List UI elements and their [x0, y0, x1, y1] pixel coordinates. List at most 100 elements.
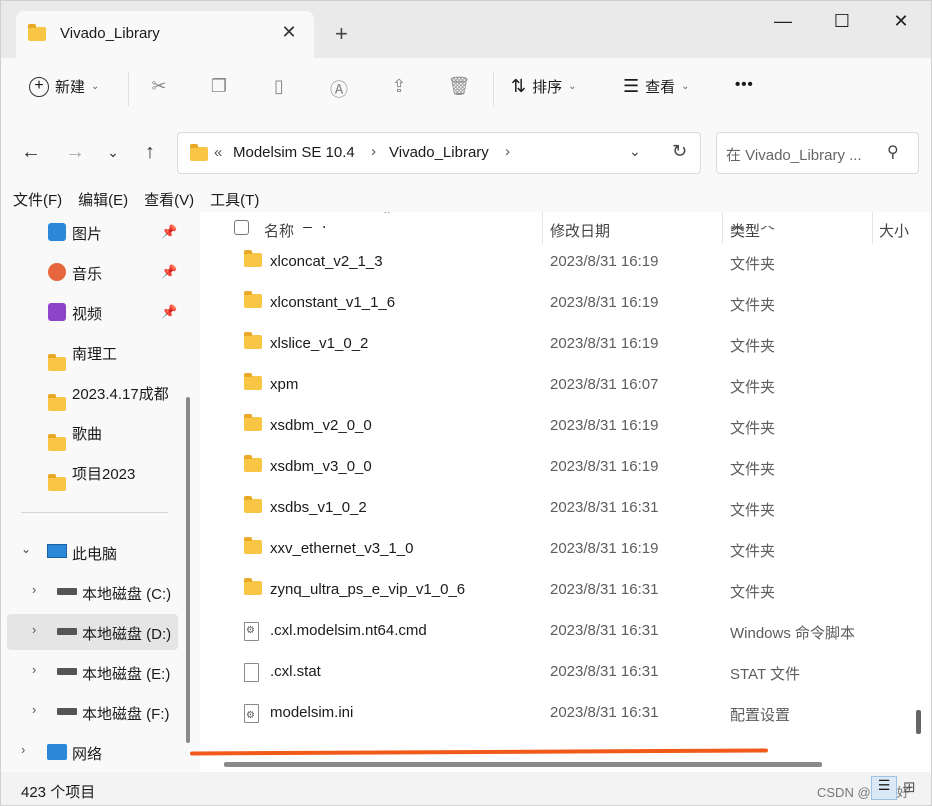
menu-tools[interactable]: 工具(T) — [210, 189, 259, 210]
address-bar[interactable]: « Modelsim SE 10.4 › Vivado_Library › ⌄ … — [177, 132, 701, 174]
menu-edit[interactable]: 编辑(E) — [78, 189, 128, 210]
horizontal-scrollbar[interactable] — [224, 762, 822, 767]
view-button[interactable]: ☰ 查看 ⌄ — [623, 76, 690, 97]
file-date: 2023/8/31 16:31 — [550, 663, 659, 680]
file-rows: xilinx_vip2023/8/31 16:07文件夹xlconcat_v2_… — [200, 226, 912, 756]
table-row[interactable]: xsdbm_v2_0_0 2023/8/31 16:19 文件夹 — [200, 405, 912, 446]
tab-vivado-library[interactable]: Vivado_Library ✕ — [16, 11, 314, 59]
tiles-view-icon[interactable]: ⊞ — [903, 778, 916, 796]
drive-icon — [57, 628, 77, 635]
menu-bar: 文件(F) 编辑(E) 查看(V) 工具(T) — [0, 186, 932, 212]
sidebar-item-this-pc[interactable]: ⌄ 此电脑 — [1, 534, 179, 570]
sidebar-item-drive-d[interactable]: › 本地磁盘 (D:) — [7, 614, 178, 650]
details-view-icon[interactable]: ☰ — [871, 776, 897, 800]
share-icon[interactable]: ⇪ — [387, 76, 411, 97]
rename-icon[interactable]: Ⓐ — [327, 76, 351, 102]
menu-file[interactable]: 文件(F) — [13, 189, 62, 210]
network-icon — [47, 744, 67, 760]
chevron-right-icon[interactable]: › — [32, 582, 36, 597]
pin-icon[interactable]: 📌 — [161, 264, 177, 280]
table-row[interactable]: xxv_ethernet_v3_1_0 2023/8/31 16:19 文件夹 — [200, 528, 912, 569]
file-type: 文件夹 — [730, 420, 776, 437]
back-arrow-icon[interactable]: ← — [19, 141, 43, 164]
file-date: 2023/8/31 16:31 — [550, 704, 659, 721]
sidebar-scrollbar[interactable] — [186, 397, 190, 743]
sidebar-item-nanligong[interactable]: 南理工 — [1, 334, 179, 371]
sidebar-item-label: 本地磁盘 (D:) — [82, 626, 172, 643]
breadcrumb-vivado-library[interactable]: Vivado_Library — [389, 144, 489, 161]
folder-icon — [48, 394, 66, 411]
sidebar-item-videos[interactable]: 视频 📌 — [1, 294, 179, 330]
sidebar-item-songs[interactable]: 歌曲 — [1, 414, 179, 451]
chevron-down-icon[interactable]: ⌄ — [629, 143, 641, 160]
sidebar-item-project2023[interactable]: 项目2023 — [1, 454, 179, 491]
file-name: xsdbm_v2_0_0 — [270, 417, 372, 434]
chevron-right-icon[interactable]: › — [32, 702, 36, 717]
sort-button[interactable]: ⇅ 排序 ⌄ — [511, 76, 577, 97]
table-row[interactable]: xlslice_v1_0_2 2023/8/31 16:19 文件夹 — [200, 323, 912, 364]
file-name: zynq_ultra_ps_e_vip_v1_0_6 — [270, 581, 466, 598]
file-date: 2023/8/31 16:07 — [550, 376, 659, 393]
chevron-right-icon[interactable]: › — [21, 742, 25, 757]
pictures-icon — [48, 223, 66, 241]
table-row[interactable]: .cxl.modelsim.nt64.cmd 2023/8/31 16:31 Win… — [200, 610, 912, 651]
file-date: 2023/8/31 16:19 — [550, 540, 659, 557]
sidebar-item-pictures[interactable]: 图片 📌 — [1, 214, 179, 250]
chevron-right-icon[interactable]: › — [32, 622, 36, 637]
chevron-right-icon[interactable]: › — [32, 662, 36, 677]
more-options-button[interactable]: ••• — [735, 76, 754, 93]
file-name: xlconcat_v2_1_3 — [270, 253, 383, 270]
new-tab-button[interactable]: + — [335, 21, 348, 47]
table-row[interactable]: zynq_ultra_ps_e_vip_v1_0_6 2023/8/31 16:3… — [200, 569, 912, 610]
maximize-button[interactable]: ☐ — [827, 11, 857, 35]
file-name: .cxl.modelsim.nt64.cmd — [270, 622, 427, 639]
paste-icon[interactable]: ▯ — [267, 76, 291, 97]
divider — [21, 512, 168, 513]
sidebar-item-drive-e[interactable]: › 本地磁盘 (E:) — [1, 654, 179, 690]
folder-icon — [244, 496, 262, 513]
file-type: 文件夹 — [730, 502, 776, 519]
table-row[interactable]: xlconstant_v1_1_6 2023/8/31 16:19 文件夹 — [200, 282, 912, 323]
up-arrow-icon[interactable]: ↑ — [138, 141, 162, 164]
search-box[interactable]: 在 Vivado_Library ... ⚲ — [716, 132, 919, 174]
search-icon[interactable]: ⚲ — [887, 142, 899, 162]
refresh-icon[interactable]: ↻ — [672, 141, 687, 162]
table-row[interactable]: xlconcat_v2_1_3 2023/8/31 16:19 文件夹 — [200, 241, 912, 282]
table-row[interactable]: xpm 2023/8/31 16:07 文件夹 — [200, 364, 912, 405]
recent-chevron-icon[interactable]: ⌄ — [101, 144, 125, 161]
chevron-down-icon: ⌄ — [91, 81, 100, 92]
table-row[interactable]: .cxl.stat 2023/8/31 16:31 STAT 文件 — [200, 651, 912, 692]
close-tab-icon[interactable]: ✕ — [278, 22, 300, 43]
delete-icon[interactable]: 🗑 — [447, 76, 471, 97]
new-button[interactable]: + 新建 ⌄ — [29, 76, 99, 97]
cut-icon[interactable]: ✂ — [147, 76, 171, 97]
table-row[interactable]: modelsim.ini 2023/8/31 16:31 配置设置 — [200, 692, 912, 733]
sidebar-item-label: 此电脑 — [72, 546, 118, 563]
pin-icon[interactable]: 📌 — [161, 304, 177, 320]
menu-view[interactable]: 查看(V) — [144, 189, 194, 210]
forward-arrow-icon[interactable]: → — [63, 141, 87, 164]
copy-icon[interactable]: ❐ — [207, 76, 231, 97]
file-name: xpm — [270, 376, 299, 393]
sidebar-item-music[interactable]: 音乐 📌 — [1, 254, 179, 290]
sidebar-item-label: 音乐 — [72, 266, 103, 283]
file-date: 2023/8/31 16:19 — [550, 458, 659, 475]
search-input[interactable]: 在 Vivado_Library ... — [726, 144, 862, 165]
chevron-down-icon[interactable]: ⌄ — [21, 542, 31, 556]
sidebar-item-network[interactable]: › 网络 — [1, 734, 179, 770]
breadcrumb-separator[interactable]: › — [505, 143, 510, 160]
vertical-scrollbar[interactable] — [916, 710, 921, 734]
sidebar-item-drive-c[interactable]: › 本地磁盘 (C:) — [1, 574, 179, 610]
pin-icon[interactable]: 📌 — [161, 224, 177, 240]
breadcrumb-overflow[interactable]: « — [214, 144, 222, 161]
close-button[interactable]: ✕ — [886, 11, 916, 35]
drive-icon — [57, 668, 77, 675]
table-row[interactable]: xsdbm_v3_0_0 2023/8/31 16:19 文件夹 — [200, 446, 912, 487]
minimize-button[interactable]: — — [768, 11, 798, 35]
table-row[interactable]: xsdbs_v1_0_2 2023/8/31 16:31 文件夹 — [200, 487, 912, 528]
breadcrumb-modelsim[interactable]: Modelsim SE 10.4 — [233, 144, 355, 161]
table-row[interactable]: xilinx_vip 2023/8/31 16:07 文件夹 — [200, 226, 912, 241]
sidebar-item-drive-f[interactable]: › 本地磁盘 (F:) — [1, 694, 179, 730]
sidebar-item-chengdu[interactable]: 2023.4.17成都 — [1, 374, 179, 411]
file-date: 2023/8/31 16:31 — [550, 622, 659, 639]
